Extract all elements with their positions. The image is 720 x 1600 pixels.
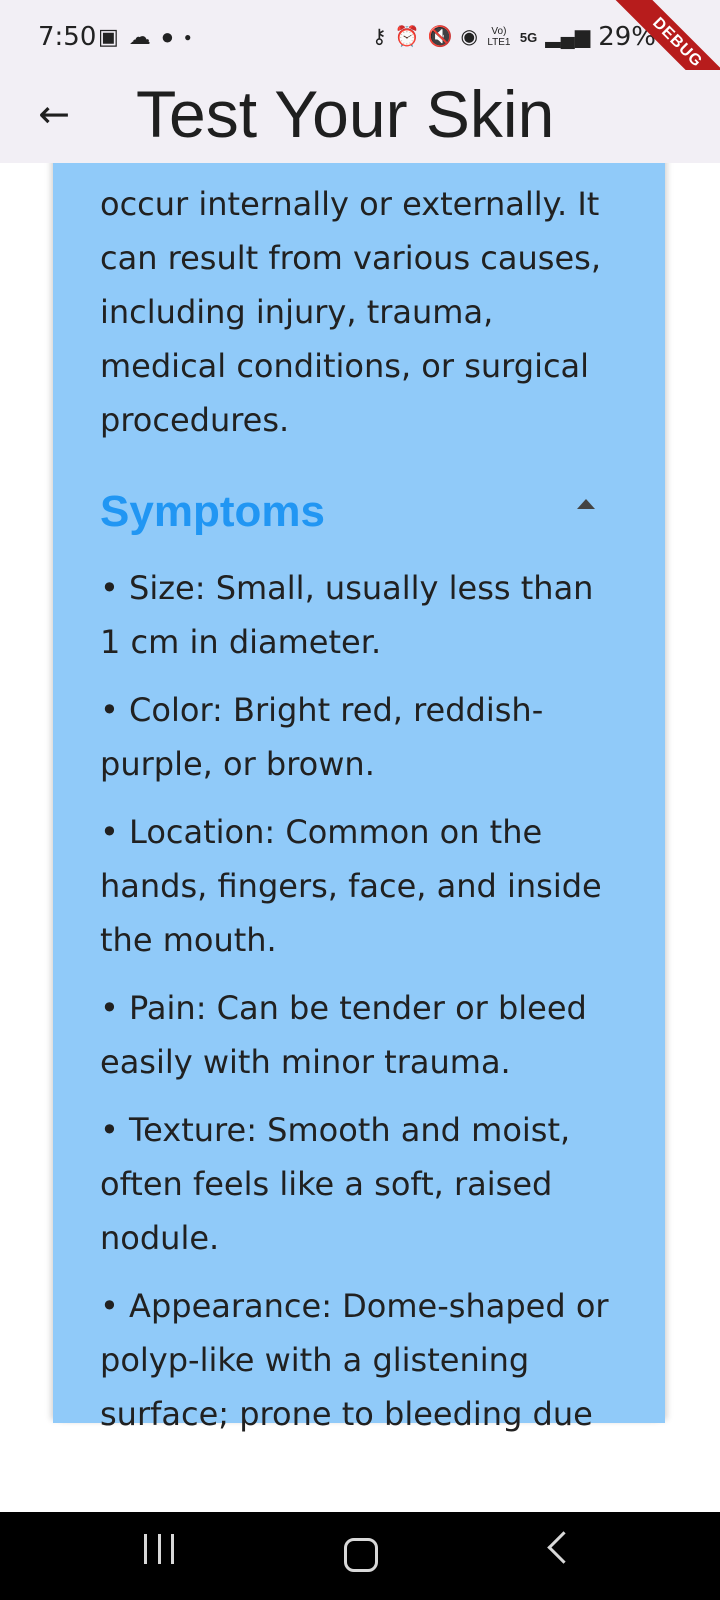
symptom-item: • Size: Small, usually less than 1 cm in… bbox=[100, 569, 594, 661]
symptom-item: • Color: Bright red, reddish-purple, or … bbox=[100, 691, 544, 783]
page-title: Test Your Skin bbox=[136, 77, 555, 151]
volte-icon: Vo) LTE1 bbox=[487, 26, 511, 48]
key-icon: ⚷ bbox=[372, 26, 387, 48]
signal-icon: ▂▄▆ bbox=[545, 26, 591, 48]
condition-card: occur internally or externally. It can r… bbox=[53, 163, 665, 1433]
back-button[interactable]: ← bbox=[34, 90, 74, 138]
status-left-icons: ▣ ☁ ● ● bbox=[98, 26, 191, 48]
symptom-item: • Texture: Smooth and moist, often feels… bbox=[100, 1111, 571, 1257]
condition-description: occur internally or externally. It can r… bbox=[100, 163, 617, 447]
scroll-content[interactable]: occur internally or externally. It can r… bbox=[0, 163, 720, 1460]
alarm-icon: ⏰ bbox=[394, 26, 420, 48]
symptoms-list: • Size: Small, usually less than 1 cm in… bbox=[100, 561, 617, 1441]
description-text: occur internally or externally. It can r… bbox=[100, 185, 601, 439]
dot-icon: ● bbox=[184, 30, 192, 44]
section-title: Symptoms bbox=[100, 487, 325, 536]
mute-icon: 🔇 bbox=[427, 26, 453, 48]
chat-icon: ● bbox=[160, 24, 175, 49]
home-icon[interactable] bbox=[344, 1538, 378, 1572]
back-icon[interactable] bbox=[547, 1531, 580, 1564]
arrow-left-icon: ← bbox=[38, 92, 70, 136]
symptoms-expand-toggle[interactable]: Symptoms bbox=[100, 477, 617, 547]
5g-icon: 5G bbox=[519, 29, 538, 45]
recents-icon[interactable] bbox=[144, 1534, 174, 1568]
symptom-item: • Pain: Can be tender or bleed easily wi… bbox=[100, 989, 587, 1081]
app-bar: ← Test Your Skin bbox=[0, 70, 720, 163]
symptom-item: • Appearance: Dome-shaped or polyp-like … bbox=[100, 1287, 609, 1433]
symptom-item: • Location: Common on the hands, fingers… bbox=[100, 813, 602, 959]
clipped-line bbox=[100, 163, 617, 177]
hotspot-icon: ◉ bbox=[460, 26, 478, 48]
system-nav-bar bbox=[0, 1512, 720, 1600]
status-right-icons: ⚷ ⏰ 🔇 ◉ Vo) LTE1 5G ▂▄▆ 29% bbox=[372, 22, 656, 52]
cloud-icon: ☁ bbox=[128, 24, 151, 49]
status-bar: 7:50 ▣ ☁ ● ● ⚷ ⏰ 🔇 ◉ Vo) LTE1 5G ▂▄▆ 29%… bbox=[0, 0, 720, 113]
caret-up-icon[interactable] bbox=[577, 499, 595, 509]
status-time: 7:50 bbox=[38, 22, 97, 52]
gallery-icon: ▣ bbox=[98, 24, 119, 49]
